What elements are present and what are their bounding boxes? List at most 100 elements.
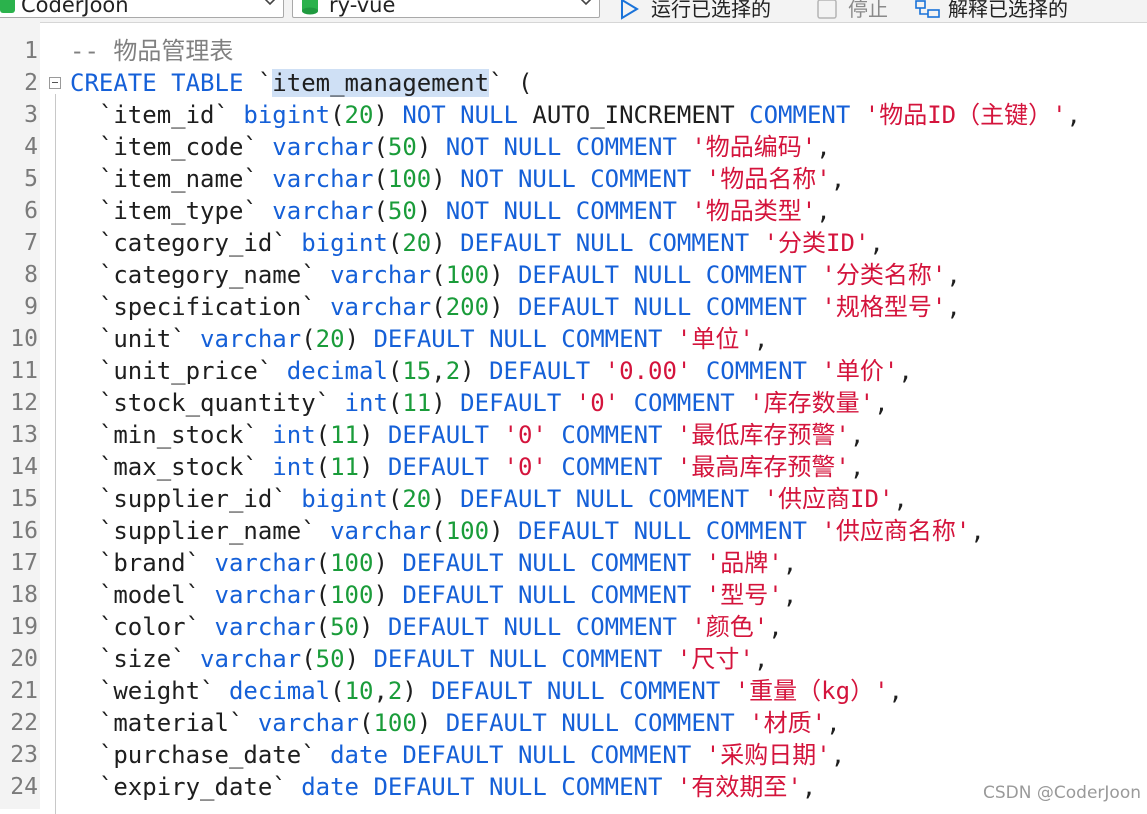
code-token: NOT NULL COMMENT [445,197,692,225]
code-token: 100 [330,581,374,609]
code-token: ( [315,549,331,577]
code-token: , [816,133,831,161]
code-line[interactable]: 7 `category_id` bigint(20) DEFAULT NULL … [0,227,1147,259]
code-token: COMMENT [705,357,822,385]
stop-icon [817,0,837,19]
code-token: ) [373,101,403,129]
code-token: 2 [445,357,461,385]
code-line[interactable]: 24 `expiry_date` date DEFAULT NULL COMME… [0,771,1147,803]
code-token: '0' [503,453,547,481]
code-line[interactable]: 2 CREATE TABLE `item_management` ( [0,67,1147,99]
code-line[interactable]: 12 `stock_quantity` int(11) DEFAULT '0' … [0,387,1147,419]
code-token: ) [416,709,446,737]
code-token: , [970,517,985,545]
code-token: , [830,741,846,769]
code-line[interactable]: 18 `model` varchar(100) DEFAULT NULL COM… [0,579,1147,611]
code-text: `item_type` varchar(50) NOT NULL COMMENT… [70,195,831,227]
code-line[interactable]: 14 `max_stock` int(11) DEFAULT '0' COMME… [0,451,1147,483]
code-line[interactable]: 8 `category_name` varchar(100) DEFAULT N… [0,259,1147,291]
code-token: varchar [330,293,432,321]
code-line[interactable]: 21 `weight` decimal(10,2) DEFAULT NULL C… [0,675,1147,707]
code-line[interactable]: 16 `supplier_name` varchar(100) DEFAULT … [0,515,1147,547]
code-token: DEFAULT NULL COMMENT [373,325,677,353]
code-token: DEFAULT NULL COMMENT [517,293,822,321]
code-line[interactable]: 15 `supplier_id` bigint(20) DEFAULT NULL… [0,483,1147,515]
code-token: DEFAULT [387,453,504,481]
code-token: 2 [387,677,403,705]
code-text: `item_name` varchar(100) NOT NULL COMMEN… [70,163,845,195]
code-token: '型号' [705,581,783,609]
code-line[interactable]: 3 `item_id` bigint(20) NOT NULL AUTO_INC… [0,99,1147,131]
database-select[interactable]: ry-vue [292,0,600,18]
code-token: COMMENT [633,389,750,417]
code-token: , [946,293,961,321]
line-number: 21 [10,678,38,704]
connection-select[interactable]: CoderJoon [0,0,284,18]
code-text: `min_stock` int(11) DEFAULT '0' COMMENT … [70,419,864,451]
code-token: ( [315,613,331,641]
code-token: ) [489,261,518,289]
code-token: ( [431,517,446,545]
explain-selected-button[interactable]: 解释已选择的 [914,0,1104,21]
line-number: 12 [10,390,38,416]
code-token: , [898,357,913,385]
code-line[interactable]: 4 `item_code` varchar(50) NOT NULL COMME… [0,131,1147,163]
code-text: `max_stock` int(11) DEFAULT '0' COMMENT … [70,451,864,483]
code-token: ( [315,453,331,481]
explain-selected-label: 解释已选择的 [948,0,1068,21]
sql-editor[interactable]: 1 -- 物品管理表 2 CREATE TABLE `item_management`… [0,22,1147,814]
line-number: 5 [24,166,38,192]
code-token: ) [431,165,461,193]
code-token: `category_name` [70,261,331,289]
code-line[interactable]: 9 `specification` varchar(200) DEFAULT N… [0,291,1147,323]
code-token: , [1066,101,1081,129]
code-line[interactable]: 13 `min_stock` int(11) DEFAULT '0' COMME… [0,419,1147,451]
code-line[interactable]: 22 `material` varchar(100) DEFAULT NULL … [0,707,1147,739]
code-token: ) [431,389,461,417]
code-token: , [431,357,446,385]
code-line[interactable]: 11 `unit_price` decimal(15,2) DEFAULT '0… [0,355,1147,387]
code-text: `weight` decimal(10,2) DEFAULT NULL COMM… [70,675,903,707]
code-token: , [373,677,388,705]
code-token: varchar [272,165,374,193]
code-token: DEFAULT NULL COMMENT [402,549,706,577]
code-token: `material` [70,709,258,737]
code-text: `material` varchar(100) DEFAULT NULL COM… [70,707,841,739]
code-token: ) [460,357,490,385]
code-line[interactable]: 6 `item_type` varchar(50) NOT NULL COMME… [0,195,1147,227]
code-line[interactable]: 17 `brand` varchar(100) DEFAULT NULL COM… [0,547,1147,579]
code-token: CREATE TABLE [70,69,258,97]
code-token: , [849,421,865,449]
code-token: '供应商ID' [763,485,894,513]
line-number: 17 [10,550,38,576]
code-line[interactable]: 23 `purchase_date` date DEFAULT NULL COM… [0,739,1147,771]
code-token: DEFAULT [460,389,576,417]
code-text: `category_id` bigint(20) DEFAULT NULL CO… [70,227,884,259]
code-line[interactable]: 1 -- 物品管理表 [0,35,1147,67]
code-token: '分类ID' [763,229,870,257]
code-token: ` ( [489,69,533,97]
line-number: 11 [10,358,38,384]
chevron-down-icon [580,0,592,6]
run-selected-button[interactable]: 运行已选择的 [618,0,803,21]
code-line[interactable]: 19 `color` varchar(50) DEFAULT NULL COMM… [0,611,1147,643]
code-token: AUTO_INCREMENT [532,101,750,129]
line-number: 10 [10,326,38,352]
code-token: DEFAULT NULL COMMENT [517,517,822,545]
code-line[interactable]: 5 `item_name` varchar(100) NOT NULL COMM… [0,163,1147,195]
line-number: 15 [10,486,38,512]
code-token: varchar [200,645,302,673]
code-line[interactable]: 20 `size` varchar(50) DEFAULT NULL COMME… [0,643,1147,675]
code-token: `max_stock` [70,453,273,481]
code-text: `specification` varchar(200) DEFAULT NUL… [70,291,961,323]
stop-button[interactable]: 停止 [816,0,900,21]
code-token: ( [359,709,374,737]
code-token: varchar [330,261,432,289]
line-number: 2 [24,70,38,96]
code-token: ( [373,197,388,225]
code-token: ) [489,517,518,545]
code-line[interactable]: 10 `unit` varchar(20) DEFAULT NULL COMME… [0,323,1147,355]
line-number: 4 [24,134,38,160]
code-text: `brand` varchar(100) DEFAULT NULL COMMEN… [70,547,797,579]
code-token: '最低库存预警' [676,421,850,449]
